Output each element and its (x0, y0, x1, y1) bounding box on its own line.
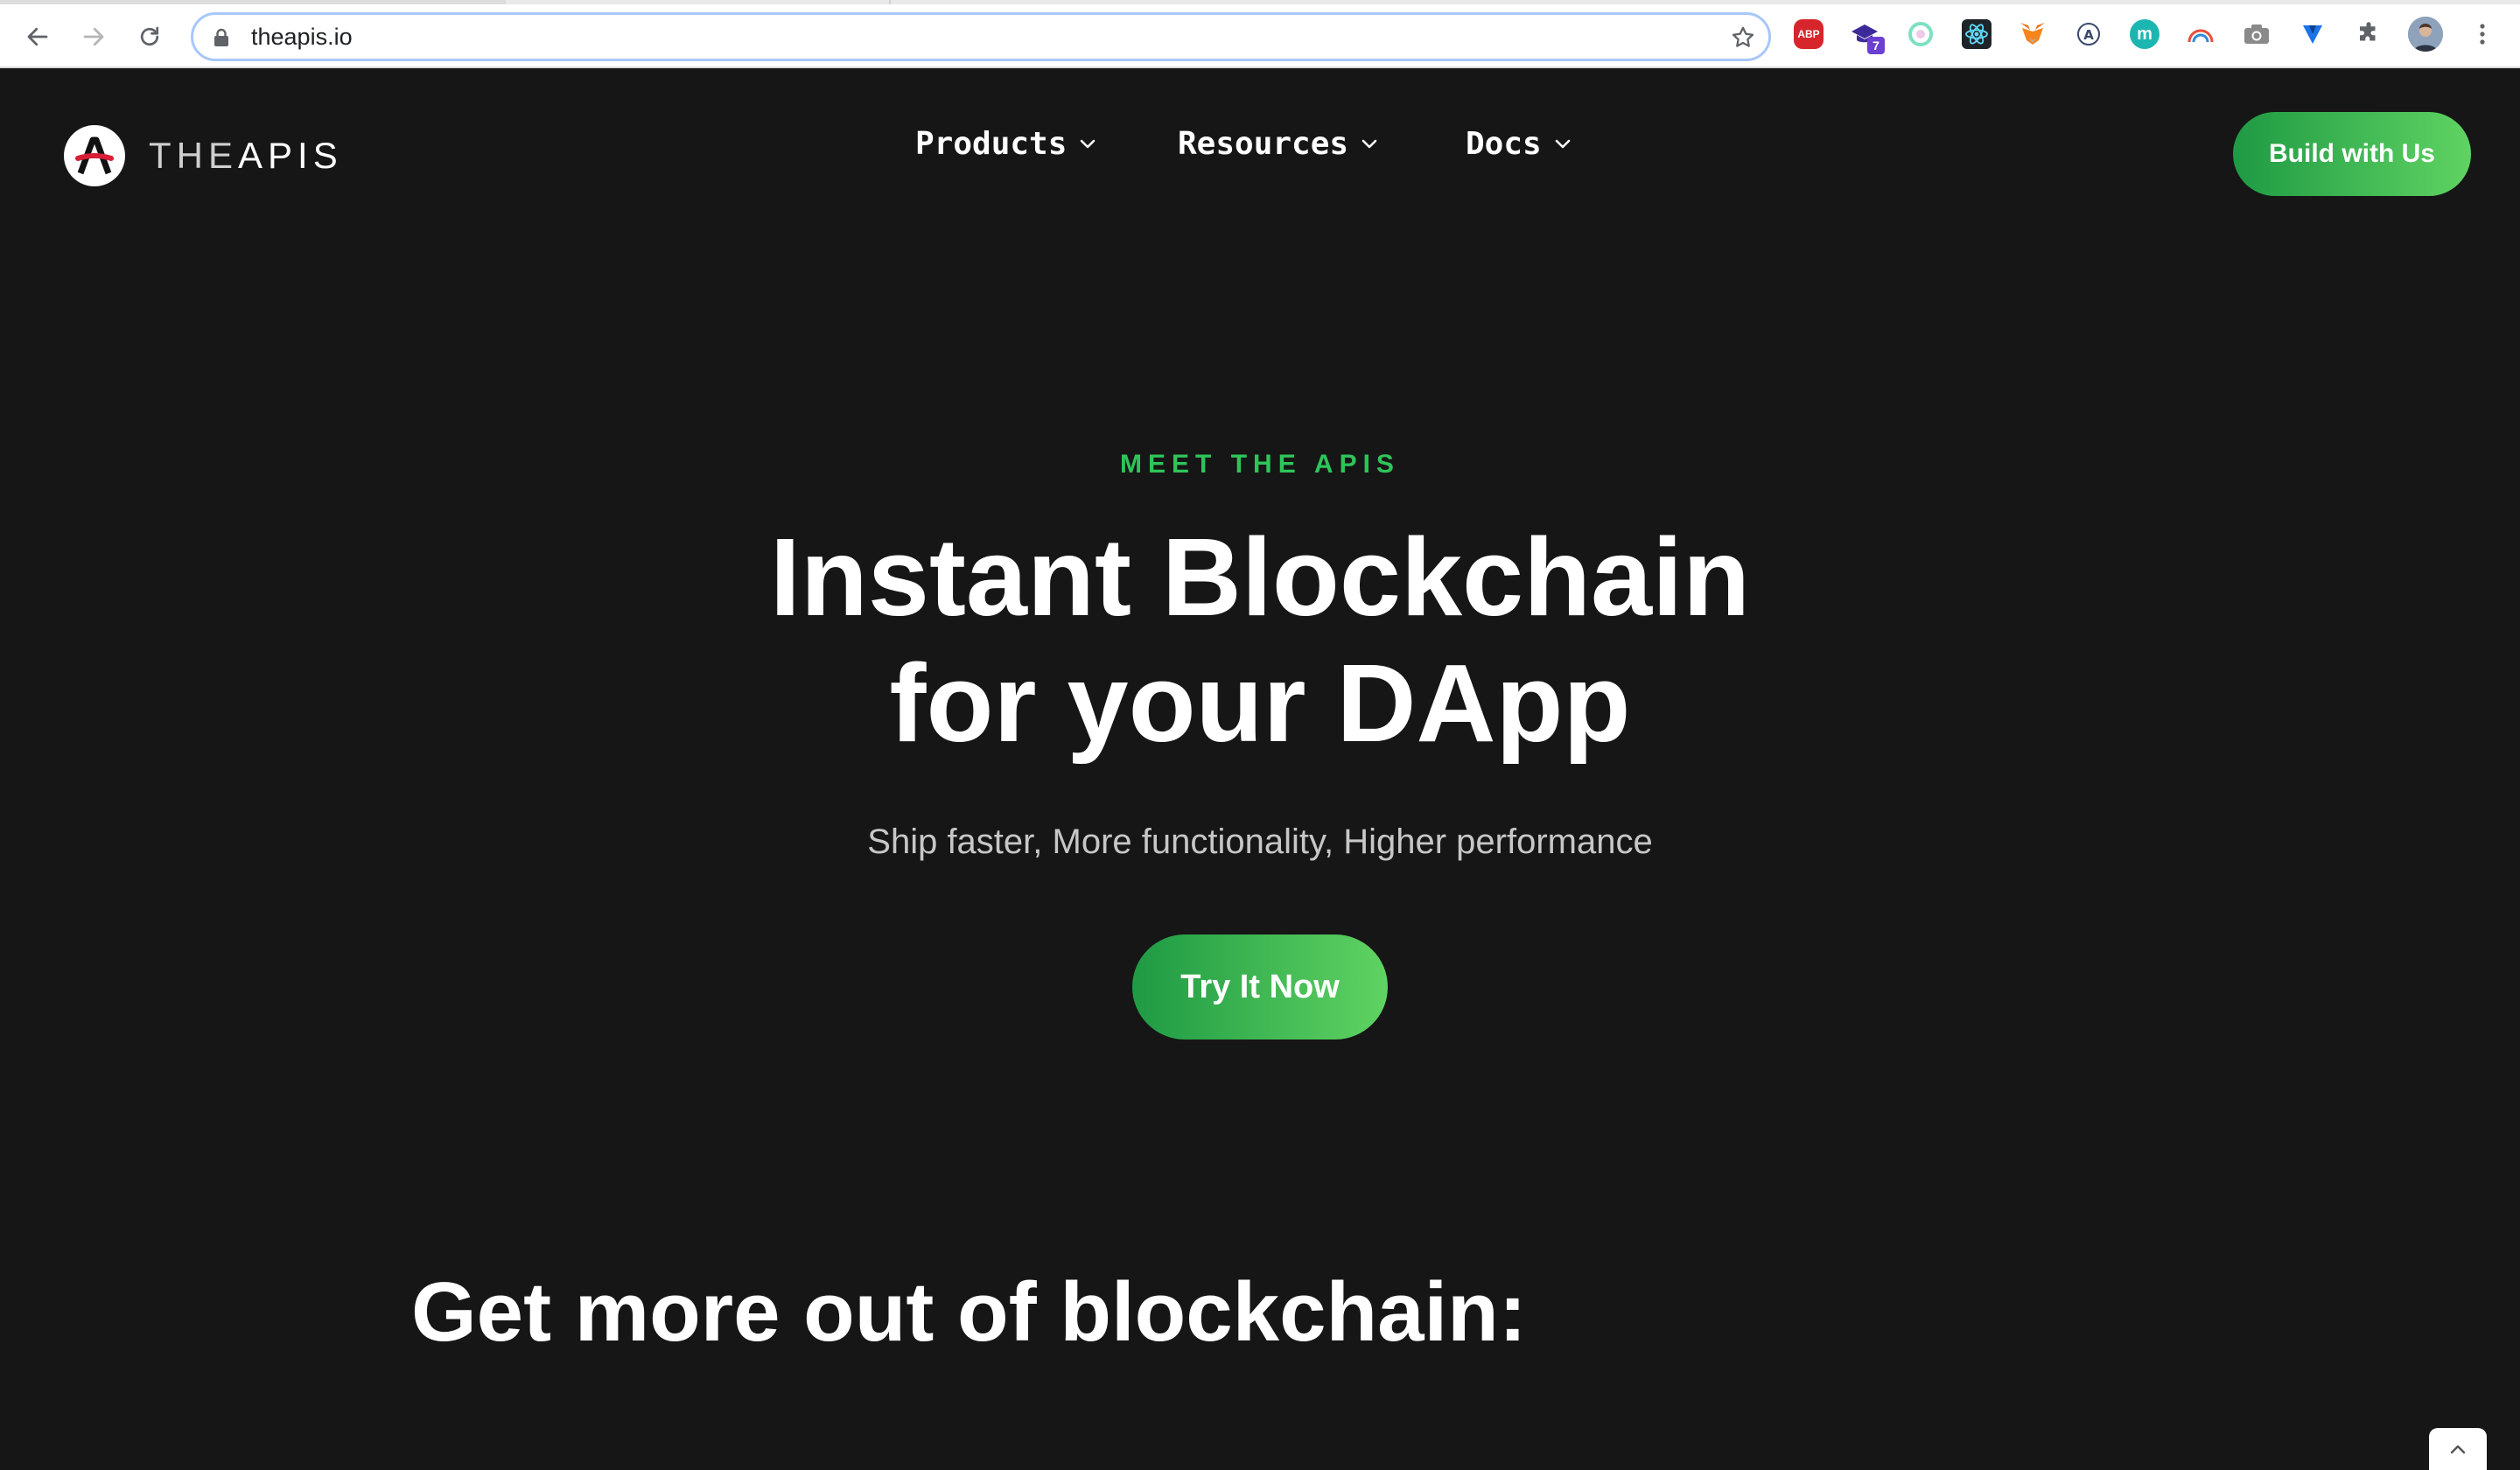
rainbow-extension-icon[interactable] (2186, 19, 2216, 49)
url-text[interactable]: theapis.io (251, 24, 353, 50)
hero-headline-line1: Instant Blockchain (769, 515, 1751, 639)
graduation-cap-extension-icon[interactable]: 7 (1850, 19, 1885, 54)
reload-button[interactable] (130, 17, 170, 57)
tab-strip (0, 0, 2520, 4)
profile-avatar[interactable] (2408, 17, 2443, 52)
build-with-us-button[interactable]: Build with Us (2233, 112, 2471, 196)
hero-eyebrow: MEET THE APIS (1120, 450, 1400, 479)
nav-resources[interactable]: Resources (1178, 126, 1378, 162)
scroll-to-top-button[interactable] (2429, 1428, 2487, 1470)
nav-docs-label: Docs (1466, 126, 1542, 162)
svg-text:A: A (2083, 27, 2094, 43)
site-logo[interactable]: THEAPIS (63, 124, 343, 187)
section-title: Get more out of blockchain: (411, 1265, 1527, 1359)
theapis-logo-icon (64, 125, 125, 186)
browser-toolbar: theapis.io ABP 7 A m (0, 0, 2520, 68)
kebab-menu-icon[interactable] (2468, 19, 2497, 49)
nav-products[interactable]: Products (915, 126, 1096, 162)
tab-divider (889, 0, 891, 4)
logo-wordmark: THEAPIS (149, 135, 343, 177)
nav-resources-label: Resources (1178, 126, 1349, 162)
lock-icon (214, 28, 228, 46)
bookmark-star-icon[interactable] (1730, 24, 1756, 51)
nav-products-label: Products (915, 126, 1068, 162)
nav-docs[interactable]: Docs (1466, 126, 1572, 162)
arrow-left-icon (27, 27, 48, 46)
react-devtools-icon[interactable] (1962, 19, 1992, 49)
chevron-down-icon (1362, 139, 1377, 148)
accessibility-extension-icon[interactable]: A (2074, 19, 2104, 49)
metamask-fox-icon[interactable] (2018, 19, 2048, 49)
reload-icon (140, 26, 159, 46)
chevron-up-icon (2450, 1445, 2466, 1454)
hero-headline: Instant Blockchain for your DApp (0, 514, 2520, 766)
m-extension-icon[interactable]: m (2130, 19, 2160, 49)
page-viewport: THEAPIS Products Resources Docs Build wi… (0, 68, 2520, 1470)
try-it-now-button[interactable]: Try It Now (1132, 934, 1388, 1040)
arrow-right-icon (83, 27, 104, 46)
adblock-extension-icon[interactable]: ABP (1794, 19, 1824, 49)
chevron-down-icon (1555, 139, 1571, 148)
camera-icon[interactable] (2242, 19, 2272, 49)
address-bar[interactable]: theapis.io (191, 12, 1771, 61)
chevron-down-icon (1081, 139, 1096, 148)
ring-extension-icon[interactable] (1906, 19, 1936, 49)
active-tab-edge (0, 0, 506, 4)
back-button[interactable] (18, 17, 58, 57)
extensions-puzzle-icon[interactable] (2354, 19, 2384, 49)
logo-suffix: APIS (238, 135, 343, 176)
hero-subtitle: Ship faster, More functionality, Higher … (867, 822, 1653, 861)
extension-badge: 7 (1867, 37, 1885, 54)
hero-headline-line2: for your DApp (889, 641, 1631, 765)
forward-button[interactable] (74, 17, 114, 57)
logo-prefix: THE (149, 135, 238, 176)
vpn-shield-extension-icon[interactable] (2298, 19, 2328, 49)
